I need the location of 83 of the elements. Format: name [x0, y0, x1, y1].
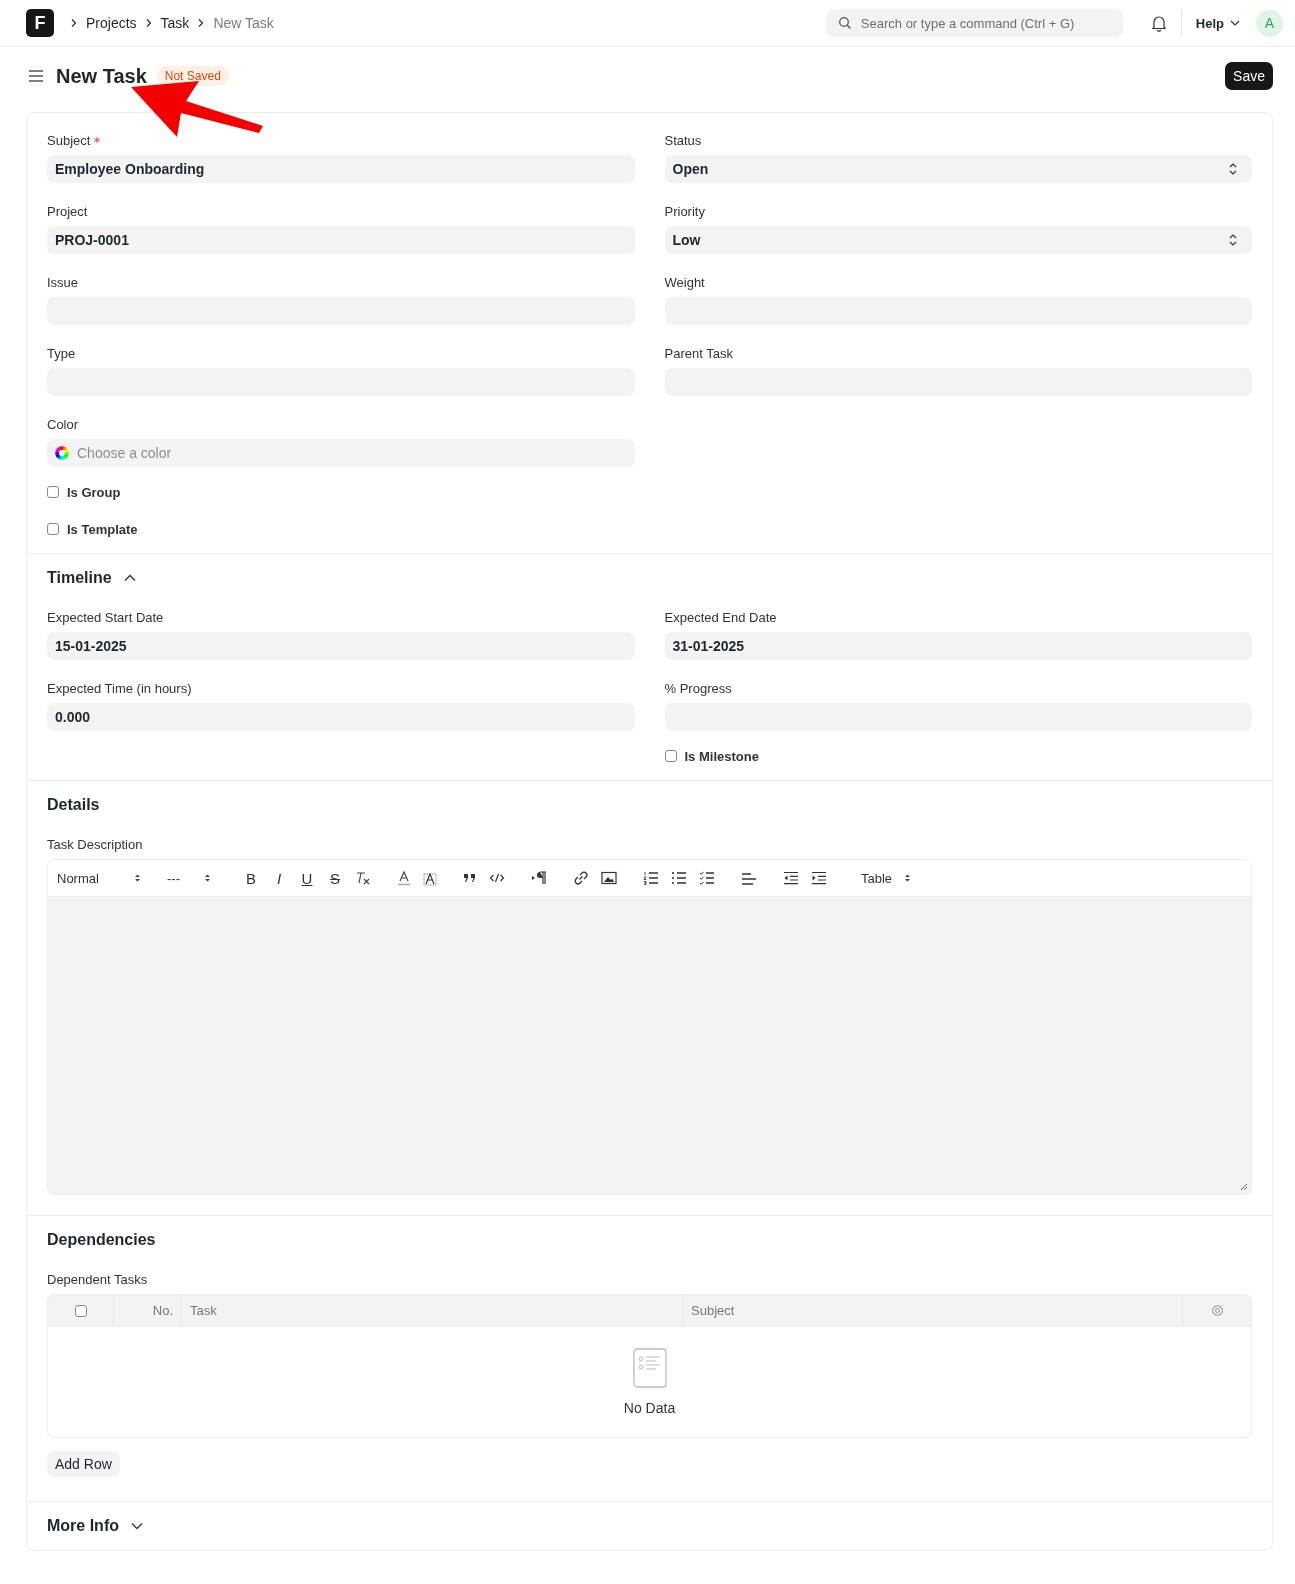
color-wheel-icon: [55, 446, 69, 460]
field-label: Expected Time (in hours): [47, 680, 192, 696]
clear-format-icon[interactable]: [355, 871, 371, 885]
field-label: % Progress: [664, 680, 732, 696]
select-arrows-icon: [1229, 163, 1237, 175]
breadcrumb-link[interactable]: New Task: [213, 15, 274, 31]
format-button[interactable]: B: [237, 869, 265, 887]
checkbox-label: Is Milestone: [684, 748, 759, 764]
chevron-icon: [197, 18, 206, 28]
app-logo[interactable]: F: [26, 9, 54, 37]
page-title: New Task: [56, 64, 147, 88]
bullet-list-icon[interactable]: [671, 871, 687, 885]
breadcrumb-link[interactable]: Projects: [86, 15, 137, 31]
checkbox[interactable]: [664, 750, 677, 762]
select-field[interactable]: Open: [664, 155, 1252, 183]
field-label: Task Description: [47, 836, 143, 852]
format-button[interactable]: U: [293, 869, 321, 887]
status-indicator: Not Saved: [156, 66, 229, 86]
add-row-button[interactable]: Add Row: [47, 1451, 120, 1477]
format-dropdown[interactable]: Normal: [57, 870, 141, 886]
table-dropdown[interactable]: Table: [861, 870, 911, 886]
save-button[interactable]: Save: [1225, 62, 1273, 90]
checkbox-label: Is Template: [67, 521, 138, 537]
field-label: Subject: [47, 132, 91, 148]
field-label: Expected End Date: [664, 609, 777, 625]
checkbox[interactable]: [47, 486, 59, 498]
section-title: Dependencies: [47, 1231, 156, 1249]
menu-icon[interactable]: [28, 69, 44, 83]
input-field[interactable]: PROJ-0001: [47, 226, 635, 254]
format-button[interactable]: I: [265, 869, 293, 887]
format-dropdown[interactable]: ---: [167, 870, 211, 886]
code-icon[interactable]: [489, 872, 505, 884]
field-label: Weight: [664, 274, 705, 290]
resize-handle-icon[interactable]: [1240, 1183, 1248, 1191]
field-label: Color: [47, 416, 79, 432]
select-arrows-icon: [134, 873, 141, 883]
field-label: Dependent Tasks: [47, 1271, 148, 1287]
search-field[interactable]: Search or type a command (Ctrl + G): [825, 9, 1123, 37]
field-label: Type: [47, 345, 76, 361]
empty-state-text: No Data: [623, 1400, 676, 1416]
select-arrows-icon: [204, 873, 211, 883]
input-field[interactable]: 0.000: [47, 703, 635, 731]
format-button[interactable]: S: [321, 869, 349, 887]
caret-icon: [1230, 20, 1240, 26]
paragraph-direction-icon[interactable]: [531, 871, 547, 885]
numbered-list-icon[interactable]: [643, 871, 659, 885]
field-label: Parent Task: [664, 345, 733, 361]
checkbox[interactable]: [74, 1304, 87, 1317]
input-field[interactable]: 15-01-2025: [47, 632, 635, 660]
search-icon: [837, 16, 852, 30]
chevron-icon: [70, 18, 78, 28]
field-label: Issue: [47, 274, 79, 290]
column-header: Task: [182, 1295, 683, 1326]
section-title[interactable]: More Info: [47, 1517, 119, 1535]
field-label: Status: [664, 132, 702, 148]
select-arrows-icon: [1229, 234, 1237, 246]
align-left-icon[interactable]: [741, 871, 757, 885]
chevron-icon: [144, 18, 153, 28]
field-label: Expected Start Date: [47, 609, 164, 625]
link-icon[interactable]: [573, 870, 589, 886]
quote-icon[interactable]: [463, 872, 477, 884]
column-header: Subject: [683, 1295, 1183, 1326]
notification-bell-icon[interactable]: [1150, 14, 1167, 32]
indent-icon[interactable]: [811, 871, 827, 885]
select-field[interactable]: Low: [664, 226, 1252, 254]
image-icon[interactable]: [601, 871, 617, 885]
outdent-icon[interactable]: [783, 871, 799, 885]
checkbox-label: Is Group: [67, 484, 121, 500]
section-title[interactable]: Timeline: [47, 569, 112, 587]
help-menu[interactable]: Help: [1195, 15, 1240, 31]
breadcrumb-link[interactable]: Task: [160, 15, 190, 31]
highlight-icon[interactable]: [423, 870, 437, 886]
field-label: Priority: [664, 203, 705, 219]
select-arrows-icon: [904, 873, 911, 883]
text-color-icon[interactable]: [397, 870, 411, 886]
empty-list-icon: [632, 1348, 667, 1388]
column-header: No.: [114, 1295, 182, 1326]
input-field[interactable]: Employee Onboarding: [47, 155, 635, 183]
checkbox[interactable]: [47, 523, 59, 535]
section-title: Details: [47, 796, 100, 814]
input-field[interactable]: 31-01-2025: [664, 632, 1252, 660]
field-label: Project: [47, 203, 88, 219]
checklist-icon[interactable]: [699, 871, 715, 885]
